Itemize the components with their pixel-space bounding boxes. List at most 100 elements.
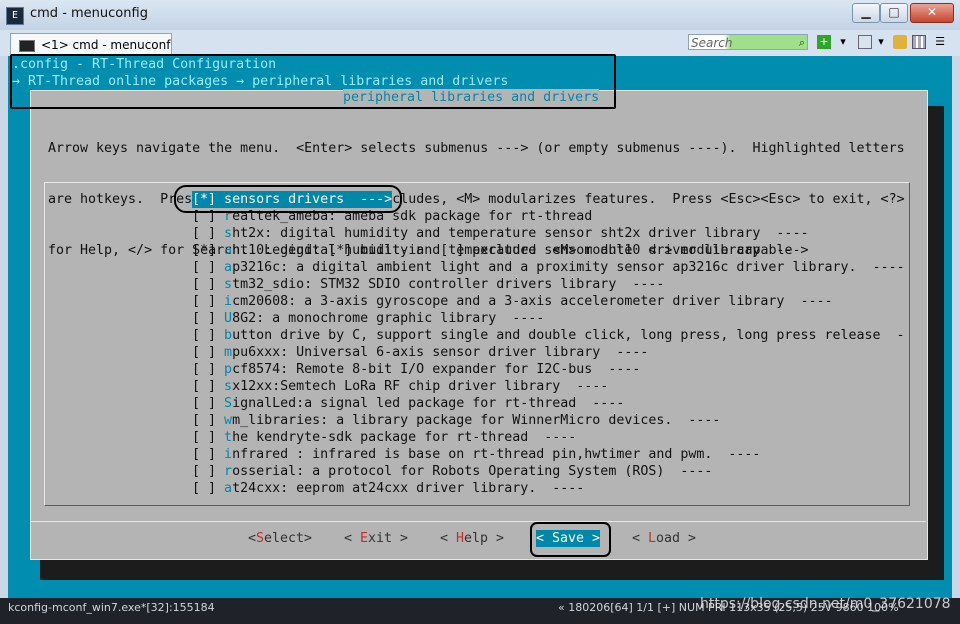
- menu-item-hotkey: s: [224, 379, 233, 394]
- menu-item[interactable]: [ ] infrared : infrared is base on rt-th…: [192, 446, 905, 463]
- console-app-icon: E: [6, 7, 24, 25]
- exit-button[interactable]: < Exit >: [344, 530, 408, 547]
- console-icon: [19, 39, 35, 52]
- watermark-text: https://blog.csdn.net/m0_37621078: [700, 596, 951, 612]
- menu-item-hotkey: a: [224, 481, 233, 496]
- window-title: cmd - menuconfig: [30, 6, 148, 21]
- menu-item-hotkey: s: [224, 226, 233, 241]
- menu-item-checkbox[interactable]: [ ]: [192, 226, 216, 241]
- button-bracket: <: [440, 531, 457, 546]
- lock-icon[interactable]: [893, 35, 907, 49]
- menu-item-checkbox[interactable]: [ ]: [192, 481, 216, 496]
- select-button[interactable]: <Select>: [248, 530, 312, 547]
- menu-item[interactable]: [ ] sht2x: digital humidity and temperat…: [192, 225, 905, 242]
- menu-item-label: ht2x: digital humidity and temperature s…: [232, 226, 809, 241]
- search-input[interactable]: Search ⌕: [688, 34, 808, 50]
- button-bracket: <: [248, 531, 257, 546]
- menu-item[interactable]: [ ] button drive by C, support single an…: [192, 327, 905, 344]
- menu-item-checkbox[interactable]: [ ]: [192, 447, 216, 462]
- menu-item-hotkey: i: [224, 294, 233, 309]
- menu-item-hotkey: S: [224, 396, 233, 411]
- close-button[interactable]: ✕: [910, 3, 954, 23]
- menu-item-checkbox[interactable]: [ ]: [192, 413, 216, 428]
- menu-item-hotkey: p: [224, 362, 233, 377]
- menu-item-checkbox[interactable]: [ ]: [192, 345, 216, 360]
- menu-item-checkbox[interactable]: [ ]: [192, 430, 216, 445]
- button-bracket: <: [632, 531, 649, 546]
- button-bracket: <: [344, 531, 361, 546]
- menu-item[interactable]: [ ] rosserial: a protocol for Robots Ope…: [192, 463, 905, 480]
- help-button[interactable]: < Help >: [440, 530, 504, 547]
- menu-icon[interactable]: ☰: [933, 35, 947, 49]
- menu-item[interactable]: [ ] SignalLed:a signal led package for r…: [192, 395, 905, 412]
- menu-item[interactable]: [ ] mpu6xxx: Universal 6-axis sensor dri…: [192, 344, 905, 361]
- help-line: Arrow keys navigate the menu. <Enter> se…: [48, 141, 905, 156]
- load-button[interactable]: < Load >: [632, 530, 696, 547]
- status-bar: kconfig-mconf_win7.exe*[32]:155184 « 180…: [0, 596, 960, 624]
- chevron-down-icon[interactable]: ▾: [874, 35, 888, 49]
- menu-item-checkbox[interactable]: [ ]: [192, 311, 216, 326]
- menu-item-checkbox[interactable]: [ ]: [192, 379, 216, 394]
- menu-item-label: pu6xxx: Universal 6-axis sensor driver l…: [232, 345, 649, 360]
- menu-item[interactable]: [ ] sx12xx:Semtech LoRa RF chip driver l…: [192, 378, 905, 395]
- menu-item-label: ht10: digital humidity and temperature s…: [232, 243, 809, 258]
- minimize-button[interactable]: ▁: [852, 3, 880, 23]
- menu-item-hotkey: i: [224, 447, 233, 462]
- search-placeholder: Search: [691, 36, 733, 50]
- tab-cmd-menuconf[interactable]: <1> cmd - menuconf: [10, 33, 172, 56]
- button-hotkey: H: [456, 531, 465, 546]
- menu-item[interactable]: [*] aht10: digital humidity and temperat…: [192, 242, 905, 259]
- menu-item-hotkey: U: [224, 311, 233, 326]
- menu-item-checkbox[interactable]: [ ]: [192, 396, 216, 411]
- grid-icon[interactable]: [912, 35, 926, 49]
- menu-item-label: cm20608: a 3-axis gyroscope and a 3-axis…: [232, 294, 833, 309]
- menu-item-hotkey: r: [224, 464, 233, 479]
- menu-item-checkbox[interactable]: [*]: [192, 243, 216, 258]
- menu-item[interactable]: [ ] at24cxx: eeprom at24cxx driver libra…: [192, 480, 905, 497]
- menu-item-label: tm32_sdio: STM32 SDIO controller drivers…: [232, 277, 665, 292]
- menu-item[interactable]: [ ] ap3216c: a digital ambient light and…: [192, 259, 905, 276]
- chevron-down-icon[interactable]: ▾: [836, 35, 850, 49]
- menu-item-hotkey: b: [224, 328, 233, 343]
- menu-item-hotkey: m: [224, 345, 233, 360]
- menu-item-hotkey: t: [224, 430, 233, 445]
- menu-item-checkbox[interactable]: [ ]: [192, 294, 216, 309]
- button-hotkey: E: [360, 531, 369, 546]
- menu-item[interactable]: [ ] icm20608: a 3-axis gyroscope and a 3…: [192, 293, 905, 310]
- window-titlebar[interactable]: E cmd - menuconfig ▁ □ ✕: [0, 0, 960, 31]
- menu-item-checkbox[interactable]: [ ]: [192, 464, 216, 479]
- menu-item[interactable]: [ ] wm_libraries: a library package for …: [192, 412, 905, 429]
- dialog-divider: [30, 521, 926, 522]
- annotation-box-sensors: [174, 185, 402, 213]
- button-hotkey: L: [648, 531, 657, 546]
- menu-item-hotkey: a: [224, 243, 233, 258]
- menu-item-checkbox[interactable]: [ ]: [192, 362, 216, 377]
- menu-item[interactable]: [ ] pcf8574: Remote 8-bit I/O expander f…: [192, 361, 905, 378]
- maximize-button[interactable]: □: [880, 3, 908, 23]
- menu-item[interactable]: [ ] stm32_sdio: STM32 SDIO controller dr…: [192, 276, 905, 293]
- menu-item-label: osserial: a protocol for Robots Operatin…: [232, 464, 713, 479]
- menu-item-hotkey: a: [224, 260, 233, 275]
- menu-item-label: nfrared : infrared is base on rt-thread …: [232, 447, 761, 462]
- menu-item-checkbox[interactable]: [ ]: [192, 260, 216, 275]
- menu-item-hotkey: s: [224, 277, 233, 292]
- button-hotkey: S: [256, 531, 265, 546]
- menu-item-checkbox[interactable]: [ ]: [192, 277, 216, 292]
- search-icon[interactable]: ⌕: [799, 35, 805, 51]
- status-process: kconfig-mconf_win7.exe*[32]:155184: [8, 601, 215, 614]
- menu-item-label: ignalLed:a signal led package for rt-thr…: [232, 396, 625, 411]
- add-icon[interactable]: +: [817, 35, 831, 49]
- button-label: oad >: [656, 531, 697, 546]
- menu-item[interactable]: [ ] the kendryte-sdk package for rt-thre…: [192, 429, 905, 446]
- menu-item-label: cf8574: Remote 8-bit I/O expander for I2…: [232, 362, 641, 377]
- button-label: elp >: [464, 531, 505, 546]
- menu-item-label: p3216c: a digital ambient light and a pr…: [232, 260, 905, 275]
- menu-item-label: 8G2: a monochrome graphic library ----: [232, 311, 545, 326]
- tab-bar: <1> cmd - menuconf: [0, 30, 960, 56]
- annotation-box-header: [10, 54, 616, 109]
- menu-list[interactable]: [*] sensors drivers --->[ ] realtek_ameb…: [192, 191, 905, 497]
- menu-item-checkbox[interactable]: [ ]: [192, 328, 216, 343]
- annotation-box-save: [530, 522, 611, 557]
- monitor-icon[interactable]: [858, 35, 872, 49]
- menu-item[interactable]: [ ] U8G2: a monochrome graphic library -…: [192, 310, 905, 327]
